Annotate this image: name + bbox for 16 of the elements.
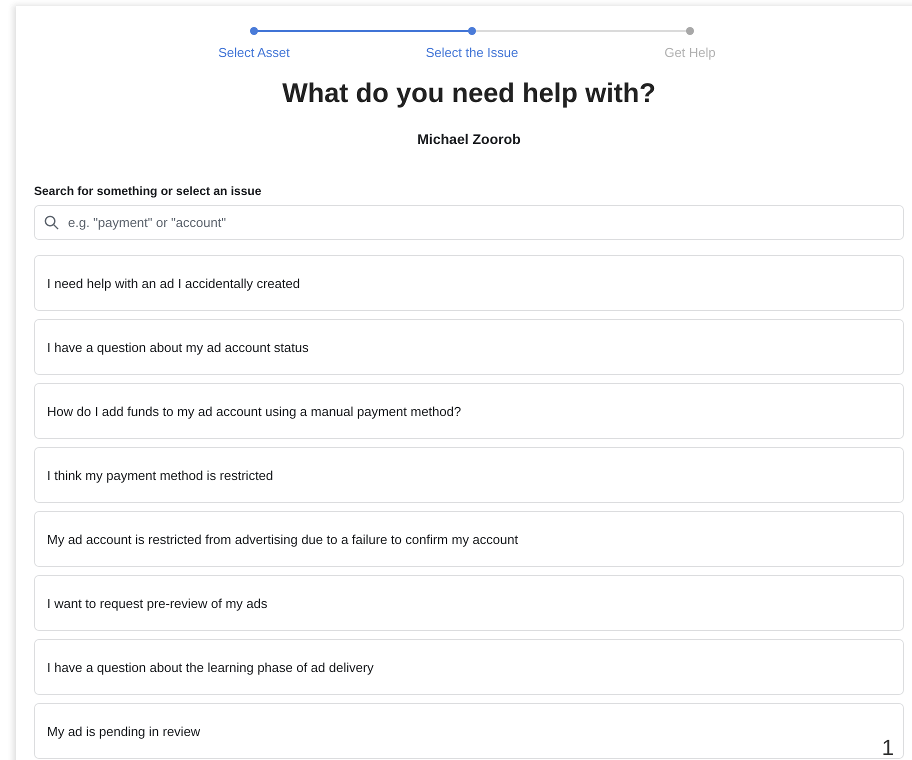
search-label: Search for something or select an issue — [34, 184, 262, 198]
step-label: Get Help — [664, 45, 716, 60]
issue-option[interactable]: My ad account is restricted from advertising due to a failure to confirm my account — [34, 511, 904, 567]
account-name: Michael Zoorob — [416, 131, 522, 147]
issue-option[interactable]: I need help with an ad I accidentally created — [34, 255, 904, 311]
issue-option[interactable]: How do I add funds to my ad account using a manual payment method? — [34, 383, 904, 439]
step-label: Select the Issue — [426, 45, 518, 60]
issue-option[interactable]: I have a question about my ad account status — [34, 319, 904, 375]
issue-option[interactable]: I have a question about the learning phase of ad delivery — [34, 639, 904, 695]
search-icon — [44, 215, 59, 230]
issue-option[interactable]: I think my payment method is restricted — [34, 447, 904, 503]
page-title: What do you need help with? — [281, 78, 657, 109]
search-field[interactable]: e.g. "payment" or "account" — [34, 205, 904, 240]
issue-option[interactable]: I want to request pre-review of my ads — [34, 575, 904, 631]
page-number: 1 — [882, 736, 894, 760]
step-label: Select Asset — [218, 45, 290, 60]
